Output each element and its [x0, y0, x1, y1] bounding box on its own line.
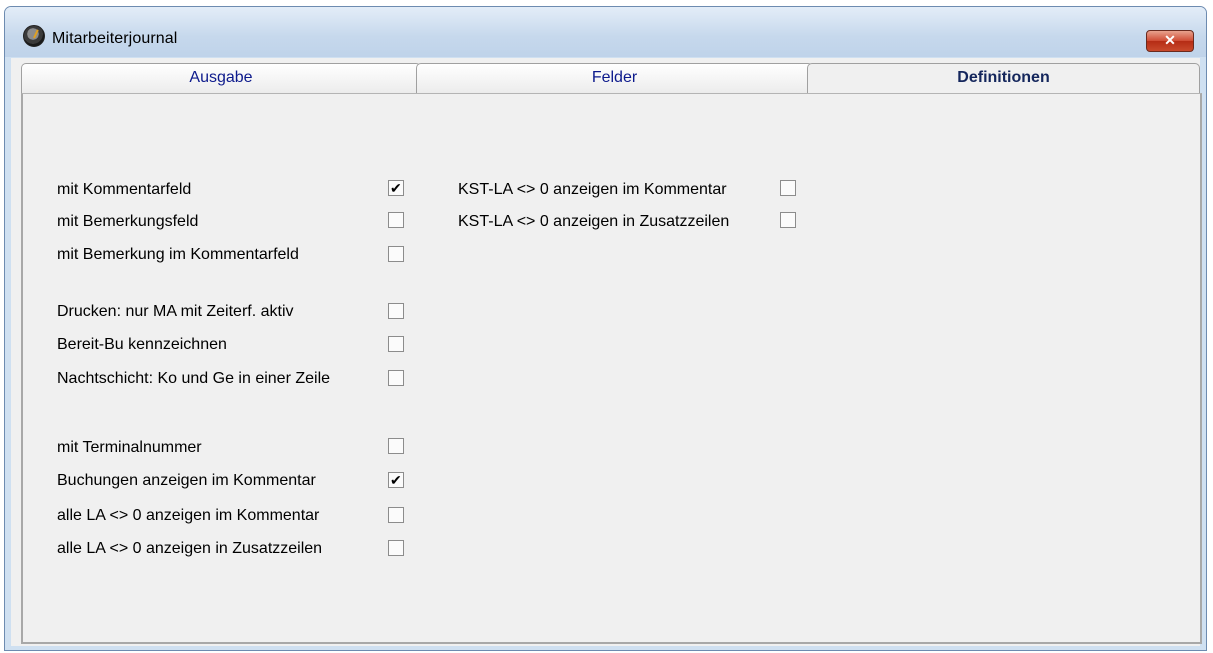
- option-label-kst-la-zusatzzeilen: KST-LA <> 0 anzeigen in Zusatzzeilen: [458, 213, 730, 230]
- checkbox-drucken-ma-aktiv[interactable]: [388, 303, 404, 319]
- checkbox-bereit-bu[interactable]: [388, 336, 404, 352]
- checkbox-bemerkungsfeld[interactable]: [388, 212, 404, 228]
- close-button[interactable]: ✕: [1146, 30, 1194, 52]
- checkbox-buchungen-kommentar[interactable]: [388, 472, 404, 488]
- option-label-drucken-ma-aktiv: Drucken: nur MA mit Zeiterf. aktiv: [57, 303, 294, 320]
- window-title: Mitarbeiterjournal: [52, 30, 178, 47]
- window: Mitarbeiterjournal ✕ Ausgabe Felder Defi…: [4, 6, 1207, 651]
- option-label-bereit-bu: Bereit-Bu kennzeichnen: [57, 336, 227, 353]
- tab-felder[interactable]: Felder: [416, 63, 813, 93]
- option-label-nachtschicht: Nachtschicht: Ko und Ge in einer Zeile: [57, 370, 331, 387]
- option-label-bemerkungsfeld: mit Bemerkungsfeld: [57, 213, 199, 230]
- checkbox-kst-la-zusatzzeilen[interactable]: [780, 212, 796, 228]
- checkbox-kst-la-kommentar[interactable]: [780, 180, 796, 196]
- checkbox-alle-la-kommentar[interactable]: [388, 507, 404, 523]
- checkbox-alle-la-zusatzzeilen[interactable]: [388, 540, 404, 556]
- definitionen-panel: mit Kommentarfeld mit Bemerkungsfeld mit…: [21, 93, 1202, 644]
- checkbox-terminalnummer[interactable]: [388, 438, 404, 454]
- option-label-kommentarfeld: mit Kommentarfeld: [57, 181, 192, 198]
- option-label-terminalnummer: mit Terminalnummer: [57, 439, 202, 456]
- tab-ausgabe[interactable]: Ausgabe: [21, 63, 421, 93]
- checkbox-nachtschicht[interactable]: [388, 370, 404, 386]
- checkbox-bemerkung-kommentar[interactable]: [388, 246, 404, 262]
- option-label-alle-la-kommentar: alle LA <> 0 anzeigen im Kommentar: [57, 507, 320, 524]
- option-label-kst-la-kommentar: KST-LA <> 0 anzeigen im Kommentar: [458, 181, 727, 198]
- checkbox-kommentarfeld[interactable]: [388, 180, 404, 196]
- client-area: Ausgabe Felder Definitionen mit Kommenta…: [11, 58, 1202, 646]
- app-clock-icon[interactable]: [23, 25, 45, 47]
- option-label-buchungen-kommentar: Buchungen anzeigen im Kommentar: [57, 472, 316, 489]
- title-bar[interactable]: Mitarbeiterjournal ✕: [5, 7, 1206, 57]
- option-label-bemerkung-kommentar: mit Bemerkung im Kommentarfeld: [57, 246, 299, 263]
- option-label-alle-la-zusatzzeilen: alle LA <> 0 anzeigen in Zusatzzeilen: [57, 540, 323, 557]
- tab-definitionen[interactable]: Definitionen: [807, 63, 1200, 95]
